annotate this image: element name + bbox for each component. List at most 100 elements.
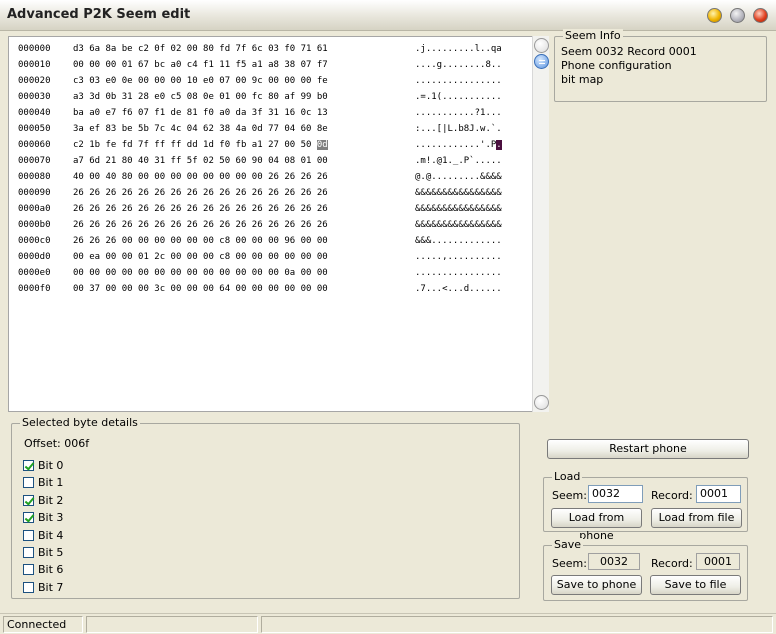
hex-row-ascii[interactable]: :...[|L.b8J.w.`.	[415, 121, 502, 137]
bit-5-checkbox-row[interactable]: Bit 5	[23, 546, 63, 559]
hex-row-ascii[interactable]: ................	[415, 265, 502, 281]
hex-ascii-text[interactable]: ....g........8..	[415, 60, 502, 70]
hex-row-ascii[interactable]: .m!.@1._.P`.....	[415, 153, 502, 169]
hex-row-bytes[interactable]: 26 26 26 00 00 00 00 00 00 c8 00 00 00 9…	[73, 233, 328, 249]
hex-bytes-text[interactable]: 26 26 26 26 26 26 26 26 26 26 26 26 26 2…	[73, 188, 328, 198]
load-record-input[interactable]: 0001	[696, 485, 741, 503]
hex-bytes-text[interactable]: 40 00 40 80 00 00 00 00 00 00 00 00 26 2…	[73, 172, 328, 182]
hex-ascii-text[interactable]: &&&&&&&&&&&&&&&&	[415, 204, 502, 214]
bit-4-checkbox[interactable]	[23, 529, 34, 541]
save-to-file-button[interactable]: Save to file	[650, 575, 741, 595]
save-to-phone-button[interactable]: Save to phone	[551, 575, 642, 595]
hex-ascii-text[interactable]: .=.1(...........	[415, 92, 502, 102]
hex-row-ascii[interactable]: ............'.P.	[415, 137, 502, 153]
bit-2-checkbox-row[interactable]: Bit 2	[23, 494, 63, 507]
hex-bytes-text[interactable]: 00 37 00 00 00 3c 00 00 00 64 00 00 00 0…	[73, 284, 328, 294]
hex-editor[interactable]: 000000 d3 6a 8a be c2 0f 02 00 80 fd 7f 6…	[8, 36, 549, 412]
hex-ascii-text[interactable]: .7...<...d......	[415, 284, 502, 294]
hex-bytes-text[interactable]: a3 3d 0b 31 28 e0 c5 08 0e 01 00 fc 80 a…	[73, 92, 328, 102]
hex-bytes-text[interactable]: a7 6d 21 80 40 31 ff 5f 02 50 60 90 04 0…	[73, 156, 328, 166]
load-seem-input[interactable]: 0032	[588, 485, 643, 503]
bit-2-checkbox[interactable]	[23, 494, 34, 506]
bit-3-checkbox[interactable]	[23, 512, 34, 524]
hex-row-bytes[interactable]: 00 ea 00 00 01 2c 00 00 00 c8 00 00 00 0…	[73, 249, 328, 265]
hex-ascii-text[interactable]: ................	[415, 268, 502, 278]
load-from-file-button[interactable]: Load from file	[651, 508, 742, 528]
bit-0-checkbox-row[interactable]: Bit 0	[23, 459, 63, 472]
hex-row-ascii[interactable]: .....,..........	[415, 249, 502, 265]
hex-bytes-text[interactable]: 00 00 00 00 00 00 00 00 00 00 00 00 00 0…	[73, 268, 328, 278]
load-from-phone-button[interactable]: Load from phone	[551, 508, 642, 542]
hex-row-ascii[interactable]: ....g........8..	[415, 57, 502, 73]
close-icon[interactable]	[753, 8, 768, 23]
bit-3-checkbox-row[interactable]: Bit 3	[23, 511, 63, 524]
hex-row-ascii[interactable]: ................	[415, 73, 502, 89]
hex-ascii-text[interactable]: .m!.@1._.P`.....	[415, 156, 502, 166]
hex-row-bytes[interactable]: d3 6a 8a be c2 0f 02 00 80 fd 7f 6c 03 f…	[73, 41, 328, 57]
hex-row-bytes[interactable]: 00 00 00 00 00 00 00 00 00 00 00 00 00 0…	[73, 265, 328, 281]
hex-bytes-text[interactable]: 3a ef 83 be 5b 7c 4c 04 62 38 4a 0d 77 0…	[73, 124, 328, 134]
bit-1-checkbox-row[interactable]: Bit 1	[23, 476, 63, 489]
hex-bytes-text[interactable]: 00 00 00 01 67 bc a0 c4 f1 11 f5 a1 a8 3…	[73, 60, 328, 70]
hex-row-ascii[interactable]: .7...<...d......	[415, 281, 502, 297]
selected-byte[interactable]: 0d	[316, 140, 328, 150]
hex-ascii-text[interactable]: ...........?1...	[415, 108, 502, 118]
bit-7-checkbox[interactable]	[23, 581, 34, 593]
hex-ascii-text[interactable]: @.@.........&&&&	[415, 172, 502, 182]
scroll-up-icon[interactable]	[534, 38, 549, 53]
load-seem-label: Seem:	[552, 489, 587, 502]
hex-ascii-text[interactable]: &&&&&&&&&&&&&&&&	[415, 220, 502, 230]
hex-row-bytes[interactable]: 26 26 26 26 26 26 26 26 26 26 26 26 26 2…	[73, 201, 328, 217]
hex-ascii-text[interactable]: ................	[415, 76, 502, 86]
bit-5-checkbox[interactable]	[23, 547, 34, 558]
hex-row-bytes[interactable]: c3 03 e0 0e 00 00 00 10 e0 07 00 9c 00 0…	[73, 73, 328, 89]
byte-details-legend: Selected byte details	[20, 416, 140, 429]
hex-row-bytes[interactable]: a7 6d 21 80 40 31 ff 5f 02 50 60 90 04 0…	[73, 153, 328, 169]
hex-row-ascii[interactable]: &&&&&&&&&&&&&&&&	[415, 217, 502, 233]
hex-bytes-text[interactable]: 26 26 26 26 26 26 26 26 26 26 26 26 26 2…	[73, 220, 328, 230]
hex-ascii-text[interactable]: :...[|L.b8J.w.`.	[415, 124, 502, 134]
bit-0-checkbox[interactable]	[23, 460, 34, 471]
hex-ascii-text[interactable]: &&&.............	[415, 236, 502, 246]
hex-row-bytes[interactable]: 00 00 00 01 67 bc a0 c4 f1 11 f5 a1 a8 3…	[73, 57, 328, 73]
hex-ascii-text[interactable]: .j.........l..qa	[415, 44, 502, 54]
hex-row-bytes[interactable]: 26 26 26 26 26 26 26 26 26 26 26 26 26 2…	[73, 217, 328, 233]
hex-ascii-text[interactable]: ............'.P	[415, 140, 496, 150]
hex-bytes-text[interactable]: 26 26 26 26 26 26 26 26 26 26 26 26 26 2…	[73, 204, 328, 214]
bit-1-checkbox[interactable]	[23, 477, 34, 489]
hex-bytes-text[interactable]: d3 6a 8a be c2 0f 02 00 80 fd 7f 6c 03 f…	[73, 44, 328, 54]
hex-row-ascii[interactable]: ...........?1...	[415, 105, 502, 121]
hex-row-offset: 000060	[18, 140, 51, 150]
hex-row-ascii[interactable]: .=.1(...........	[415, 89, 502, 105]
scroll-down-icon[interactable]	[534, 395, 549, 410]
hex-row-bytes[interactable]: c2 1b fe fd 7f ff ff dd 1d f0 fb a1 27 0…	[73, 137, 328, 153]
hex-ascii-text[interactable]: &&&&&&&&&&&&&&&&	[415, 188, 502, 198]
hex-row-bytes[interactable]: ba a0 e7 f6 07 f1 de 81 f0 a0 da 3f 31 1…	[73, 105, 328, 121]
hex-row-ascii[interactable]: .j.........l..qa	[415, 41, 502, 57]
restart-phone-button[interactable]: Restart phone	[547, 439, 749, 459]
hex-ascii-text[interactable]: .....,..........	[415, 252, 502, 262]
hex-bytes-text[interactable]: ba a0 e7 f6 07 f1 de 81 f0 a0 da 3f 31 1…	[73, 108, 328, 118]
hex-row-bytes[interactable]: 00 37 00 00 00 3c 00 00 00 64 00 00 00 0…	[73, 281, 328, 297]
maximize-icon[interactable]	[730, 8, 745, 23]
hex-bytes-text[interactable]: c2 1b fe fd 7f ff ff dd 1d f0 fb a1 27 0…	[73, 140, 317, 150]
selected-ascii-char[interactable]: .	[496, 140, 502, 150]
hex-bytes-text[interactable]: 26 26 26 00 00 00 00 00 00 c8 00 00 00 9…	[73, 236, 328, 246]
bit-6-checkbox[interactable]	[23, 564, 34, 576]
hex-bytes-text[interactable]: 00 ea 00 00 01 2c 00 00 00 c8 00 00 00 0…	[73, 252, 328, 262]
hex-row-ascii[interactable]: &&&&&&&&&&&&&&&&	[415, 201, 502, 217]
hex-row-ascii[interactable]: &&&&&&&&&&&&&&&&	[415, 185, 502, 201]
hex-row-bytes[interactable]: 26 26 26 26 26 26 26 26 26 26 26 26 26 2…	[73, 185, 328, 201]
bit-7-checkbox-row[interactable]: Bit 7	[23, 581, 63, 594]
hex-row-ascii[interactable]: &&&.............	[415, 233, 502, 249]
hex-bytes-text[interactable]: c3 03 e0 0e 00 00 00 10 e0 07 00 9c 00 0…	[73, 76, 328, 86]
hex-row-bytes[interactable]: a3 3d 0b 31 28 e0 c5 08 0e 01 00 fc 80 a…	[73, 89, 328, 105]
minimize-icon[interactable]	[707, 8, 722, 23]
bit-6-checkbox-row[interactable]: Bit 6	[23, 563, 63, 576]
hex-row-bytes[interactable]: 3a ef 83 be 5b 7c 4c 04 62 38 4a 0d 77 0…	[73, 121, 328, 137]
bit-4-checkbox-row[interactable]: Bit 4	[23, 529, 63, 542]
hex-row-bytes[interactable]: 40 00 40 80 00 00 00 00 00 00 00 00 26 2…	[73, 169, 328, 185]
scroll-thumb[interactable]	[534, 54, 549, 69]
hex-row-ascii[interactable]: @.@.........&&&&	[415, 169, 502, 185]
hex-scrollbar[interactable]	[532, 36, 549, 412]
